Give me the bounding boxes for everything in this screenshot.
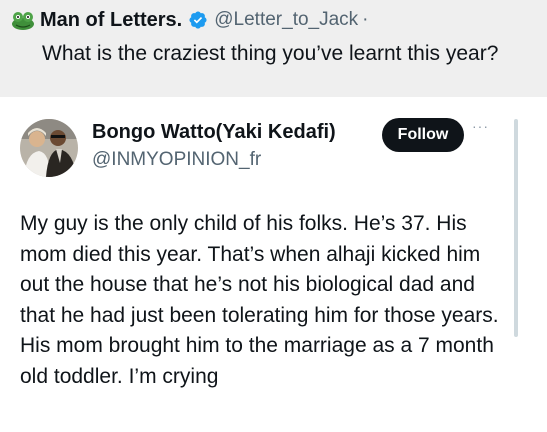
follow-button[interactable]: Follow (382, 118, 464, 152)
verified-badge-icon (189, 11, 207, 29)
more-options-icon[interactable]: ··· (472, 119, 494, 133)
quoted-tweet[interactable]: Man of Letters. @Letter_to_Jack · What i… (0, 0, 547, 97)
quoted-author-handle[interactable]: @Letter_to_Jack (214, 9, 358, 31)
quoted-author-name[interactable]: Man of Letters. (40, 9, 182, 32)
scrollbar[interactable] (514, 119, 518, 337)
author-name[interactable]: Bongo Watto(Yaki Kedafi) (92, 121, 336, 144)
tweet-text: My guy is the only child of his folks. H… (20, 212, 499, 388)
avatar-photo-icon (20, 119, 78, 177)
author-avatar[interactable] (20, 119, 78, 177)
quoted-tweet-text: What is the craziest thing you’ve learnt… (42, 42, 499, 65)
frog-avatar-icon[interactable] (10, 10, 36, 30)
author-handle[interactable]: @INMYOPINION_fr (92, 149, 261, 171)
reply-tweet[interactable]: Bongo Watto(Yaki Kedafi) @INMYOPINION_fr… (0, 97, 547, 432)
separator-dot: · (362, 9, 369, 30)
quoted-tweet-header: Man of Letters. @Letter_to_Jack · (40, 6, 369, 34)
